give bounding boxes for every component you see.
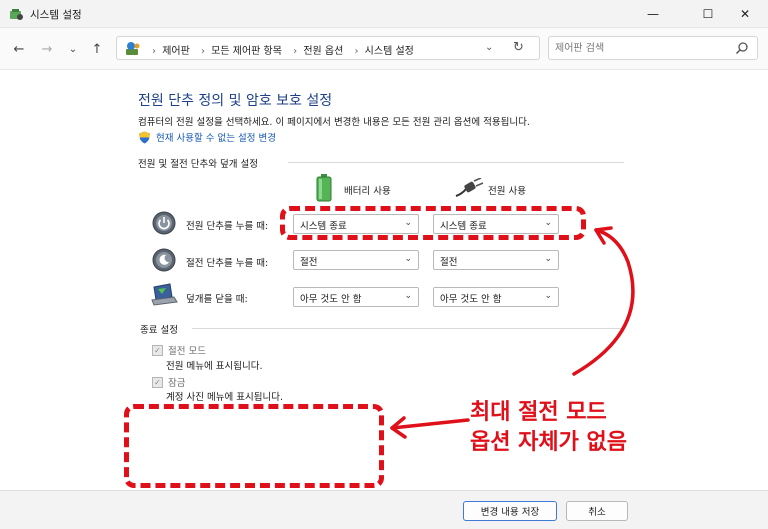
chevron-down-icon: ⌄ bbox=[404, 254, 412, 264]
chevron-down-icon: ⌄ bbox=[544, 254, 552, 264]
window-title: 시스템 설정 bbox=[30, 9, 82, 21]
lock-option: ✓ 잠금 bbox=[152, 375, 185, 389]
breadcrumb-power-options[interactable]: 전원 옵션 bbox=[303, 46, 343, 57]
recent-locations-button[interactable]: ⌄ bbox=[64, 40, 82, 58]
chevron-down-icon: ⌄ bbox=[68, 43, 78, 55]
forward-arrow-icon: → bbox=[41, 41, 53, 57]
breadcrumb-control-panel[interactable]: 제어판 bbox=[162, 46, 190, 57]
power-options-icon bbox=[10, 9, 23, 20]
breadcrumb-system-settings[interactable]: 시스템 설정 bbox=[365, 46, 414, 57]
highlight-power-button-row bbox=[280, 206, 586, 240]
arrow-to-power-row bbox=[572, 228, 635, 376]
select-value: 아무 것도 안 함 bbox=[440, 294, 502, 305]
power-plug-icon bbox=[455, 178, 484, 197]
chevron-down-icon: ⌄ bbox=[404, 291, 412, 301]
power-button-icon bbox=[152, 211, 176, 235]
page-title: 전원 단추 정의 및 암호 보호 설정 bbox=[138, 93, 333, 109]
sleep-mode-label: 절전 모드 bbox=[168, 346, 206, 357]
refresh-icon[interactable]: ↻ bbox=[513, 40, 524, 55]
breadcrumb: › 제어판 › 모든 제어판 항목 › 전원 옵션 › 시스템 설정 bbox=[147, 42, 417, 57]
lid-close-battery-select[interactable]: 아무 것도 안 함 ⌄ bbox=[293, 287, 419, 307]
plugged-column-header: 전원 사용 bbox=[488, 186, 526, 197]
back-arrow-icon: ← bbox=[13, 41, 25, 57]
laptop-lid-icon bbox=[151, 283, 178, 306]
up-arrow-icon: ↑ bbox=[91, 41, 103, 57]
title-bar: 시스템 설정 — ☐ ✕ bbox=[0, 0, 768, 28]
sleep-button-plugged-select[interactable]: 절전 ⌄ bbox=[433, 250, 559, 270]
lid-close-plugged-select[interactable]: 아무 것도 안 함 ⌄ bbox=[433, 287, 559, 307]
change-unavailable-settings-link[interactable]: 현재 사용할 수 없는 설정 변경 bbox=[138, 130, 276, 144]
breadcrumb-separator: › bbox=[152, 46, 156, 57]
breadcrumb-all-items[interactable]: 모든 제어판 항목 bbox=[211, 46, 282, 57]
chevron-down-icon: ⌄ bbox=[544, 291, 552, 301]
power-section-title: 전원 및 절전 단추와 덮개 설정 bbox=[138, 159, 258, 170]
sleep-mode-option: ✓ 절전 모드 bbox=[152, 343, 206, 357]
sleep-button-icon bbox=[152, 248, 176, 272]
minimize-button[interactable]: — bbox=[630, 0, 676, 28]
power-button-label: 전원 단추를 누를 때: bbox=[186, 221, 269, 232]
shutdown-section-title: 종료 설정 bbox=[140, 325, 178, 336]
change-settings-label: 현재 사용할 수 없는 설정 변경 bbox=[156, 133, 276, 144]
highlight-missing-option-area bbox=[124, 404, 384, 488]
breadcrumb-separator: › bbox=[293, 46, 298, 57]
select-value: 절전 bbox=[440, 257, 458, 268]
lid-close-label: 덮개를 닫을 때: bbox=[186, 294, 248, 305]
search-icon[interactable] bbox=[735, 41, 749, 55]
select-value: 아무 것도 안 함 bbox=[300, 294, 362, 305]
section-divider bbox=[192, 328, 624, 329]
close-button[interactable]: ✕ bbox=[722, 0, 768, 28]
save-changes-button[interactable]: 변경 내용 저장 bbox=[463, 501, 557, 521]
page-description: 컴퓨터의 전원 설정을 선택하세요. 이 페이지에서 변경한 내용은 모든 전원… bbox=[138, 117, 530, 128]
annotation-line-1: 최대 절전 모드 bbox=[470, 400, 607, 425]
sleep-button-battery-select[interactable]: 절전 ⌄ bbox=[293, 250, 419, 270]
back-button[interactable]: ← bbox=[10, 40, 28, 58]
lock-checkbox[interactable]: ✓ bbox=[152, 376, 163, 388]
search-box[interactable] bbox=[548, 36, 758, 60]
address-bar[interactable]: › 제어판 › 모든 제어판 항목 › 전원 옵션 › 시스템 설정 ⌄ ↻ bbox=[116, 36, 540, 60]
footer-bar: 변경 내용 저장 취소 bbox=[0, 490, 768, 529]
forward-button[interactable]: → bbox=[38, 40, 56, 58]
sleep-button-label: 절전 단추를 누를 때: bbox=[186, 258, 269, 269]
search-input[interactable] bbox=[555, 40, 725, 56]
sleep-mode-description: 전원 메뉴에 표시됩니다. bbox=[166, 361, 263, 372]
arrow-to-empty-area bbox=[390, 418, 470, 430]
lock-label: 잠금 bbox=[168, 378, 186, 389]
sleep-mode-checkbox[interactable]: ✓ bbox=[152, 344, 163, 356]
address-dropdown-icon[interactable]: ⌄ bbox=[485, 42, 493, 53]
annotation-line-2: 옵션 자체가 없음 bbox=[470, 430, 627, 455]
lock-description: 계정 사진 메뉴에 표시됩니다. bbox=[166, 392, 283, 403]
section-divider bbox=[288, 162, 624, 163]
uac-shield-icon bbox=[139, 131, 150, 143]
control-panel-icon bbox=[126, 42, 140, 55]
breadcrumb-separator: › bbox=[200, 46, 205, 57]
battery-icon bbox=[316, 174, 332, 202]
battery-column-header: 배터리 사용 bbox=[344, 186, 391, 197]
up-button[interactable]: ↑ bbox=[88, 40, 106, 58]
cancel-button[interactable]: 취소 bbox=[566, 501, 628, 521]
breadcrumb-separator: › bbox=[354, 46, 359, 57]
select-value: 절전 bbox=[300, 257, 318, 268]
annotation-text: 최대 절전 모드 옵션 자체가 없음 bbox=[470, 398, 627, 458]
